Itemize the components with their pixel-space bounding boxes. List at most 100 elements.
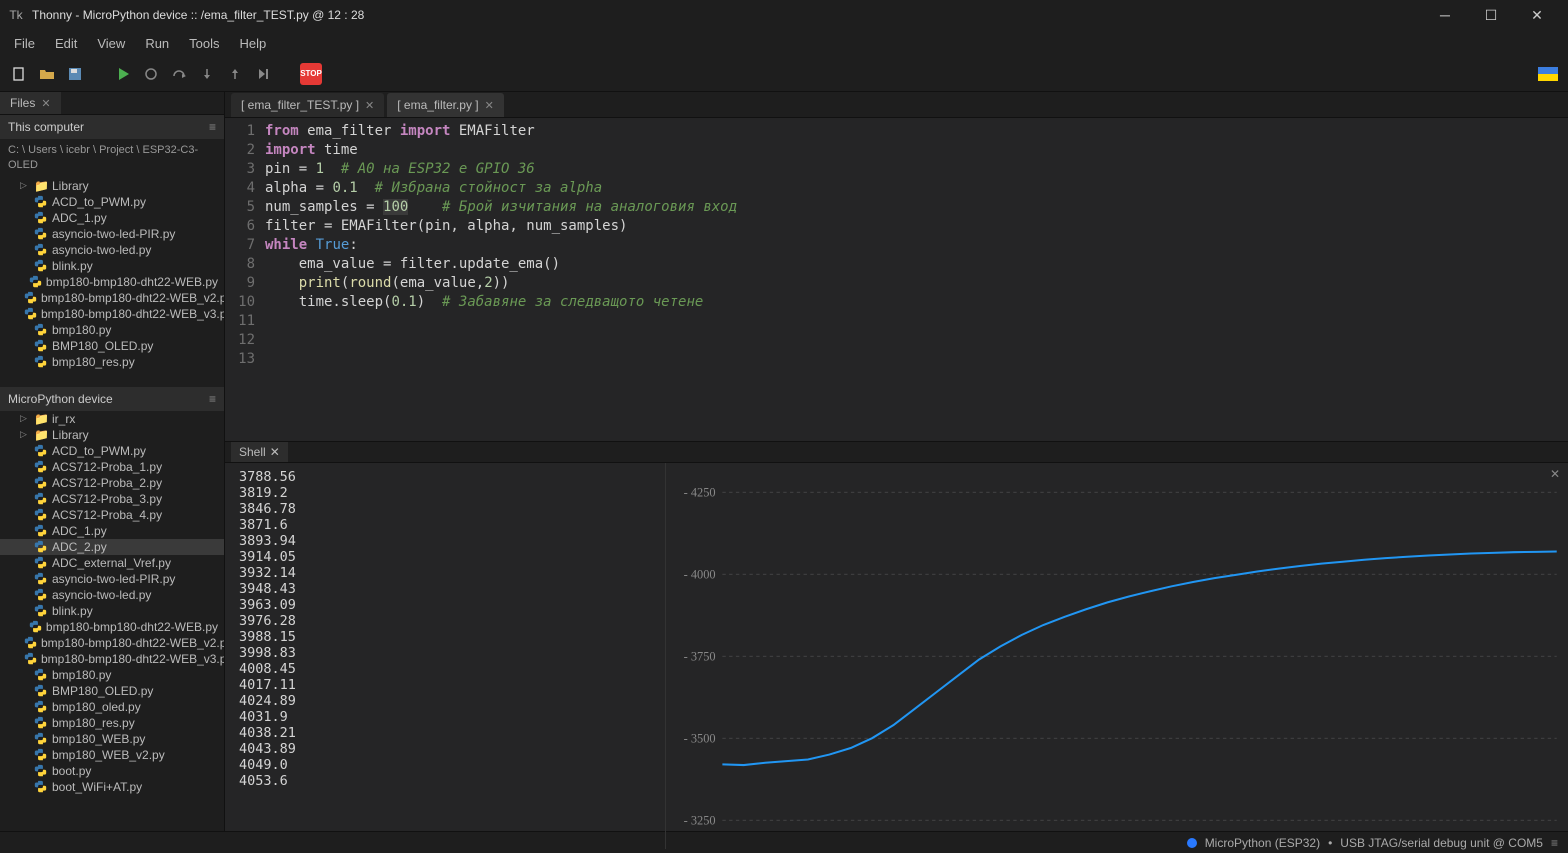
close-icon[interactable]: ✕: [41, 97, 50, 110]
folder-item[interactable]: ▷📁ir_rx: [0, 411, 224, 427]
shell-output[interactable]: 3788.563819.23846.783871.63893.943914.05…: [225, 463, 665, 849]
svg-text:- 3750: - 3750: [684, 650, 716, 664]
file-item[interactable]: bmp180-bmp180-dht22-WEB_v2.p: [0, 290, 224, 306]
close-icon[interactable]: ✕: [485, 99, 494, 112]
file-item[interactable]: bmp180-bmp180-dht22-WEB.py: [0, 274, 224, 290]
svg-text:- 4000: - 4000: [684, 568, 716, 582]
step-out-button[interactable]: [224, 63, 246, 85]
file-item[interactable]: asyncio-two-led.py: [0, 242, 224, 258]
file-item[interactable]: ACS712-Proba_3.py: [0, 491, 224, 507]
python-file-icon: [34, 764, 48, 777]
close-button[interactable]: ✕: [1514, 0, 1560, 30]
file-item[interactable]: boot_WiFi+AT.py: [0, 779, 224, 795]
file-item[interactable]: blink.py: [0, 603, 224, 619]
shell-tab[interactable]: Shell ✕: [231, 442, 288, 462]
debug-button[interactable]: [140, 63, 162, 85]
file-item[interactable]: bmp180_res.py: [0, 715, 224, 731]
new-file-button[interactable]: [8, 63, 30, 85]
menu-run[interactable]: Run: [135, 32, 179, 55]
minimize-button[interactable]: ─: [1422, 0, 1468, 30]
python-file-icon: [24, 291, 37, 304]
menu-view[interactable]: View: [87, 32, 135, 55]
stop-button[interactable]: STOP: [300, 63, 322, 85]
file-item[interactable]: ADC_1.py: [0, 523, 224, 539]
file-item[interactable]: ACS712-Proba_2.py: [0, 475, 224, 491]
save-button[interactable]: [64, 63, 86, 85]
python-file-icon: [34, 355, 48, 368]
file-tree-device[interactable]: ▷📁ir_rx▷📁LibraryACD_to_PWM.pyACS712-Prob…: [0, 411, 224, 831]
item-label: ACS712-Proba_4.py: [52, 508, 162, 522]
file-item[interactable]: asyncio-two-led-PIR.py: [0, 226, 224, 242]
panel-this-computer-header[interactable]: This computer ≡: [0, 115, 224, 139]
code-area[interactable]: from ema_filter import EMAFilterimport t…: [265, 118, 1568, 441]
item-label: boot_WiFi+AT.py: [52, 780, 142, 794]
files-tab-label: Files: [10, 96, 35, 110]
item-label: ADC_external_Vref.py: [52, 556, 171, 570]
close-icon[interactable]: ✕: [1550, 467, 1560, 481]
folder-item[interactable]: ▷📁Library: [0, 427, 224, 443]
folder-item[interactable]: ▷📁Library: [0, 178, 224, 194]
file-item[interactable]: bmp180_oled.py: [0, 699, 224, 715]
file-item[interactable]: bmp180-bmp180-dht22-WEB_v2.p: [0, 635, 224, 651]
file-item[interactable]: ADC_external_Vref.py: [0, 555, 224, 571]
file-item[interactable]: bmp180.py: [0, 322, 224, 338]
step-over-button[interactable]: [168, 63, 190, 85]
menu-edit[interactable]: Edit: [45, 32, 87, 55]
menu-file[interactable]: File: [4, 32, 45, 55]
file-item[interactable]: ACD_to_PWM.py: [0, 194, 224, 210]
editor-body[interactable]: 12345678910111213 from ema_filter import…: [225, 118, 1568, 441]
maximize-button[interactable]: ☐: [1468, 0, 1514, 30]
hamburger-icon[interactable]: ≡: [209, 120, 216, 134]
close-icon[interactable]: ✕: [270, 445, 280, 459]
file-item[interactable]: ACD_to_PWM.py: [0, 443, 224, 459]
plotter-chart[interactable]: - 4250- 4000- 3750- 3500- 3250 ✕: [665, 463, 1568, 849]
ukraine-flag-icon: [1538, 67, 1558, 81]
folder-icon: 📁: [34, 428, 48, 442]
file-item[interactable]: bmp180-bmp180-dht22-WEB.py: [0, 619, 224, 635]
file-item[interactable]: bmp180.py: [0, 667, 224, 683]
python-file-icon: [34, 460, 48, 473]
file-item[interactable]: ADC_1.py: [0, 210, 224, 226]
file-item[interactable]: bmp180_res.py: [0, 354, 224, 370]
file-tree-local[interactable]: ▷📁LibraryACD_to_PWM.pyADC_1.pyasyncio-tw…: [0, 178, 224, 383]
item-label: ACS712-Proba_1.py: [52, 460, 162, 474]
python-file-icon: [34, 259, 48, 272]
file-item[interactable]: ADC_2.py: [0, 539, 224, 555]
file-item[interactable]: bmp180-bmp180-dht22-WEB_v3.p: [0, 651, 224, 667]
file-item[interactable]: asyncio-two-led-PIR.py: [0, 571, 224, 587]
step-into-button[interactable]: [196, 63, 218, 85]
close-icon[interactable]: ✕: [365, 99, 374, 112]
item-label: bmp180-bmp180-dht22-WEB_v2.p: [41, 291, 224, 305]
menu-help[interactable]: Help: [230, 32, 277, 55]
file-item[interactable]: ACS712-Proba_1.py: [0, 459, 224, 475]
hamburger-icon[interactable]: ≡: [209, 392, 216, 406]
file-item[interactable]: ACS712-Proba_4.py: [0, 507, 224, 523]
menu-tools[interactable]: Tools: [179, 32, 229, 55]
panel-path[interactable]: C: \ Users \ icebr \ Project \ ESP32-C3-…: [0, 139, 224, 178]
file-item[interactable]: bmp180-bmp180-dht22-WEB_v3.p: [0, 306, 224, 322]
python-file-icon: [34, 588, 48, 601]
item-label: bmp180-bmp180-dht22-WEB_v3.p: [41, 652, 224, 666]
python-file-icon: [34, 556, 48, 569]
file-item[interactable]: asyncio-two-led.py: [0, 587, 224, 603]
editor-tab[interactable]: [ ema_filter_TEST.py ]✕: [231, 93, 384, 117]
file-item[interactable]: blink.py: [0, 258, 224, 274]
open-file-button[interactable]: [36, 63, 58, 85]
file-item[interactable]: boot.py: [0, 763, 224, 779]
resume-button[interactable]: [252, 63, 274, 85]
titlebar: Tk Thonny - MicroPython device :: /ema_f…: [0, 0, 1568, 30]
python-file-icon: [34, 668, 48, 681]
python-file-icon: [34, 572, 48, 585]
file-item[interactable]: bmp180_WEB.py: [0, 731, 224, 747]
run-button[interactable]: [112, 63, 134, 85]
file-item[interactable]: bmp180_WEB_v2.py: [0, 747, 224, 763]
editor-tab[interactable]: [ ema_filter.py ]✕: [387, 93, 504, 117]
python-file-icon: [34, 508, 48, 521]
item-label: bmp180_res.py: [52, 716, 135, 730]
files-panel-tab[interactable]: Files ✕: [0, 92, 61, 114]
item-label: blink.py: [52, 604, 93, 618]
file-item[interactable]: BMP180_OLED.py: [0, 683, 224, 699]
item-label: asyncio-two-led-PIR.py: [52, 227, 175, 241]
file-item[interactable]: BMP180_OLED.py: [0, 338, 224, 354]
panel-device-header[interactable]: MicroPython device ≡: [0, 387, 224, 411]
